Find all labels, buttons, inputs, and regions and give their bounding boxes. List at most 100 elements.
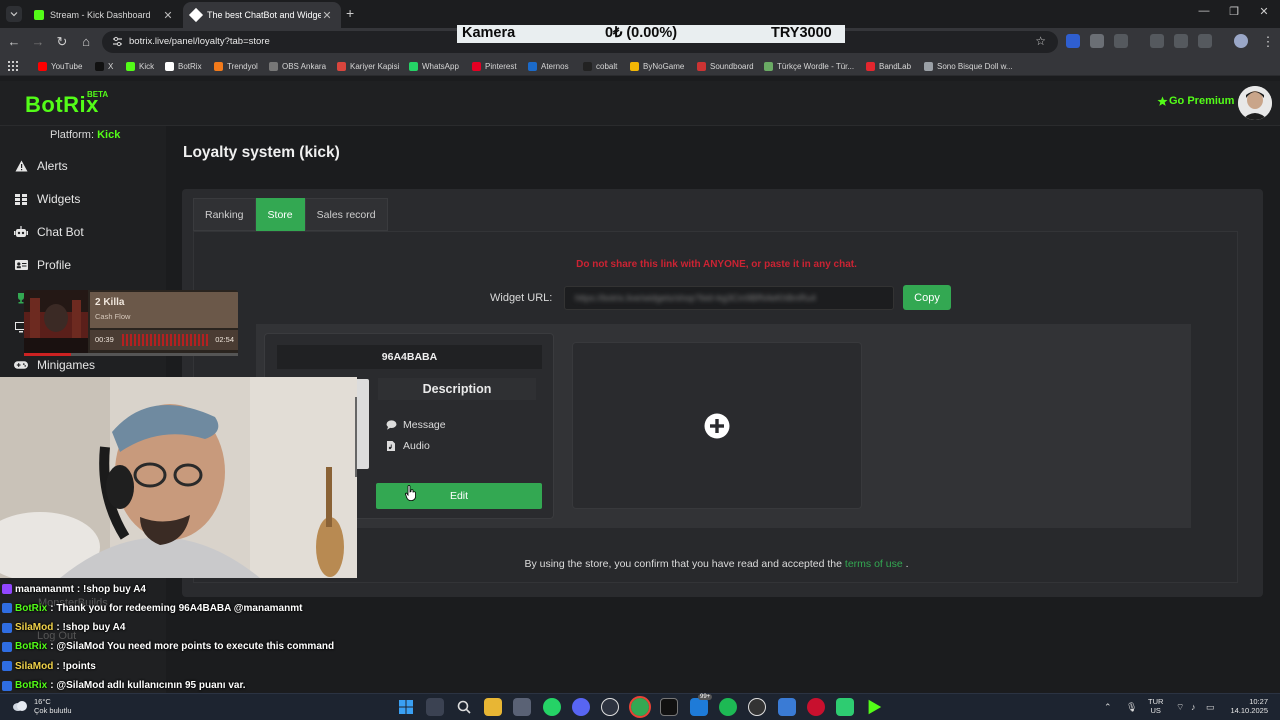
search-icon[interactable] [455, 698, 473, 716]
app-icon[interactable] [836, 698, 854, 716]
grid-icon [14, 192, 28, 206]
discord-icon[interactable] [572, 698, 590, 716]
close-icon[interactable]: ✕ [162, 9, 174, 22]
bookmark-botrix[interactable]: BotRix [165, 59, 202, 73]
menu-dots-icon[interactable]: ⋮ [1260, 34, 1276, 50]
chat-message: BotRix: @SilaMod adlı kullanıcının 95 pu… [0, 678, 395, 694]
copy-button[interactable]: Copy [903, 285, 951, 310]
sidebar-item-alerts[interactable]: Alerts [14, 157, 68, 175]
bookmark-bynogame[interactable]: ByNoGame [630, 59, 684, 73]
obs-icon[interactable] [807, 698, 825, 716]
task-view-icon[interactable] [426, 698, 444, 716]
bookmark-label: Kariyer Kapisi [350, 61, 400, 71]
music-player-overlay: 2 Killa Cash Flow 00:39 02:54 [24, 290, 238, 356]
bookmark-sono-bisque-doll[interactable]: Sono Bisque Doll w... [924, 59, 1013, 73]
bookmark-label: BotRix [178, 61, 202, 71]
bookmark-kick[interactable]: Kick [126, 59, 154, 73]
tab-sales-record[interactable]: Sales record [304, 198, 388, 231]
extension-icon[interactable] [1090, 34, 1104, 48]
mail-icon[interactable] [690, 698, 708, 716]
file-explorer-icon[interactable] [484, 698, 502, 716]
site-info-icon[interactable] [112, 36, 123, 47]
bookmark-x[interactable]: X [95, 59, 113, 73]
wifi-icon[interactable]: ⌔ [1176, 702, 1184, 713]
go-premium-button[interactable]: Go Premium [1157, 95, 1234, 107]
extensions-puzzle-icon[interactable] [1114, 34, 1128, 48]
chat-username: BotRix [15, 680, 48, 691]
history-icon[interactable] [1150, 34, 1164, 48]
minimize-icon[interactable]: — [1194, 5, 1214, 17]
track-current-time: 00:39 [95, 335, 114, 344]
sidebar-item-minigames[interactable]: Minigames [14, 356, 95, 374]
windows-start-icon[interactable] [397, 698, 415, 716]
webcam-overlay [0, 377, 357, 578]
tab-store[interactable]: Store [255, 198, 305, 231]
tab-title: Stream - Kick Dashboard [50, 10, 151, 20]
translate-icon[interactable] [1198, 34, 1212, 48]
volume-icon[interactable]: ♪ [1191, 702, 1196, 712]
back-arrow-icon[interactable]: ← [6, 34, 22, 50]
kick-favicon-icon [34, 10, 44, 20]
edit-button[interactable]: Edit [376, 483, 542, 509]
bookmark-soundboard[interactable]: Soundboard [697, 59, 754, 73]
chat-username: SilaMod [15, 660, 54, 672]
widget-url-field[interactable]: https://botrix.live/widgets/shop?bid=kg3… [564, 286, 894, 310]
bookmark-whatsapp[interactable]: WhatsApp [409, 59, 459, 73]
system-clock[interactable]: 10:27 14.10.2025 [1226, 697, 1268, 715]
home-icon[interactable]: ⌂ [78, 34, 94, 50]
apps-grid-icon[interactable] [8, 59, 18, 73]
bookmark-label: ByNoGame [643, 61, 685, 71]
sidebar-item-widgets[interactable]: Widgets [14, 190, 80, 208]
bookmark-aternos[interactable]: Aternos [528, 59, 569, 73]
bookmark-bandlab[interactable]: BandLab [866, 59, 911, 73]
track-artist: Cash Flow [95, 312, 131, 321]
chatgpt-icon[interactable] [601, 698, 619, 716]
bookmark-kariyer-kapisi[interactable]: Kariyer Kapisi [337, 59, 399, 73]
restore-icon[interactable]: ❐ [1224, 5, 1244, 18]
chevron-up-icon[interactable]: ⌃ [1104, 702, 1112, 713]
url-text: botrix.live/panel/loyalty?tab=store [129, 36, 270, 47]
sidebar-item-label: Minigames [37, 358, 96, 372]
close-icon[interactable]: ✕ [321, 9, 333, 22]
sidebar-item-chat-bot[interactable]: Chat Bot [14, 223, 84, 241]
terminal-icon[interactable] [660, 698, 678, 716]
tab-search-button[interactable] [6, 6, 22, 22]
chrome-icon[interactable] [629, 696, 651, 718]
weather-widget[interactable]: 16°C Çok bulutlu [12, 697, 72, 715]
browser-tab-botrix[interactable]: The best ChatBot and Widgets ✕ [183, 2, 341, 28]
lang-bottom: US [1150, 706, 1161, 715]
spotify-icon[interactable] [719, 698, 737, 716]
downloads-icon[interactable] [1174, 34, 1188, 48]
window-close-icon[interactable]: ✕ [1254, 5, 1274, 18]
bookmark-turkce-wordle[interactable]: Türkçe Wordle - Tür... [764, 59, 854, 73]
bookmark-cobalt[interactable]: cobalt [583, 59, 617, 73]
kick-app-icon[interactable] [868, 699, 882, 715]
steam-icon[interactable] [748, 698, 766, 716]
notepad-icon[interactable] [778, 698, 796, 716]
microphone-icon[interactable]: 🎙 [1126, 702, 1137, 713]
store-app-icon[interactable] [513, 698, 531, 716]
bookmark-pinterest[interactable]: Pinterest [472, 59, 517, 73]
tab-ranking[interactable]: Ranking [193, 198, 256, 231]
input-language[interactable]: TUR US [1148, 697, 1163, 715]
sidebar-item-profile[interactable]: Profile [14, 256, 71, 274]
chat-badge-icon [2, 641, 12, 652]
bookmark-youtube[interactable]: YouTube [38, 59, 82, 73]
item-name: 96A4BABA [277, 345, 542, 369]
battery-icon[interactable]: ▭ [1206, 702, 1215, 713]
bookmark-obs-ankara[interactable]: OBS Ankara [269, 59, 326, 73]
profile-avatar-icon[interactable] [1234, 34, 1248, 48]
sono-bisque-doll-favicon-icon [924, 61, 933, 71]
bookmark-star-icon[interactable]: ☆ [1035, 34, 1046, 48]
user-avatar[interactable] [1238, 86, 1272, 120]
bookmark-trendyol[interactable]: Trendyol [214, 59, 258, 73]
terms-of-use-link[interactable]: terms of use [845, 558, 903, 570]
new-tab-button[interactable]: + [346, 5, 354, 21]
add-item-card[interactable] [572, 342, 862, 509]
reload-icon[interactable]: ↻ [54, 34, 70, 50]
extension-icon[interactable] [1066, 34, 1080, 48]
chat-overlay: manamanmt: !shop buy A4 BotRix: Thank you… [0, 581, 395, 693]
forward-arrow-icon[interactable]: → [30, 34, 46, 50]
browser-tab-kick-dashboard[interactable]: Stream - Kick Dashboard ✕ [26, 2, 182, 28]
whatsapp-icon[interactable] [543, 698, 561, 716]
